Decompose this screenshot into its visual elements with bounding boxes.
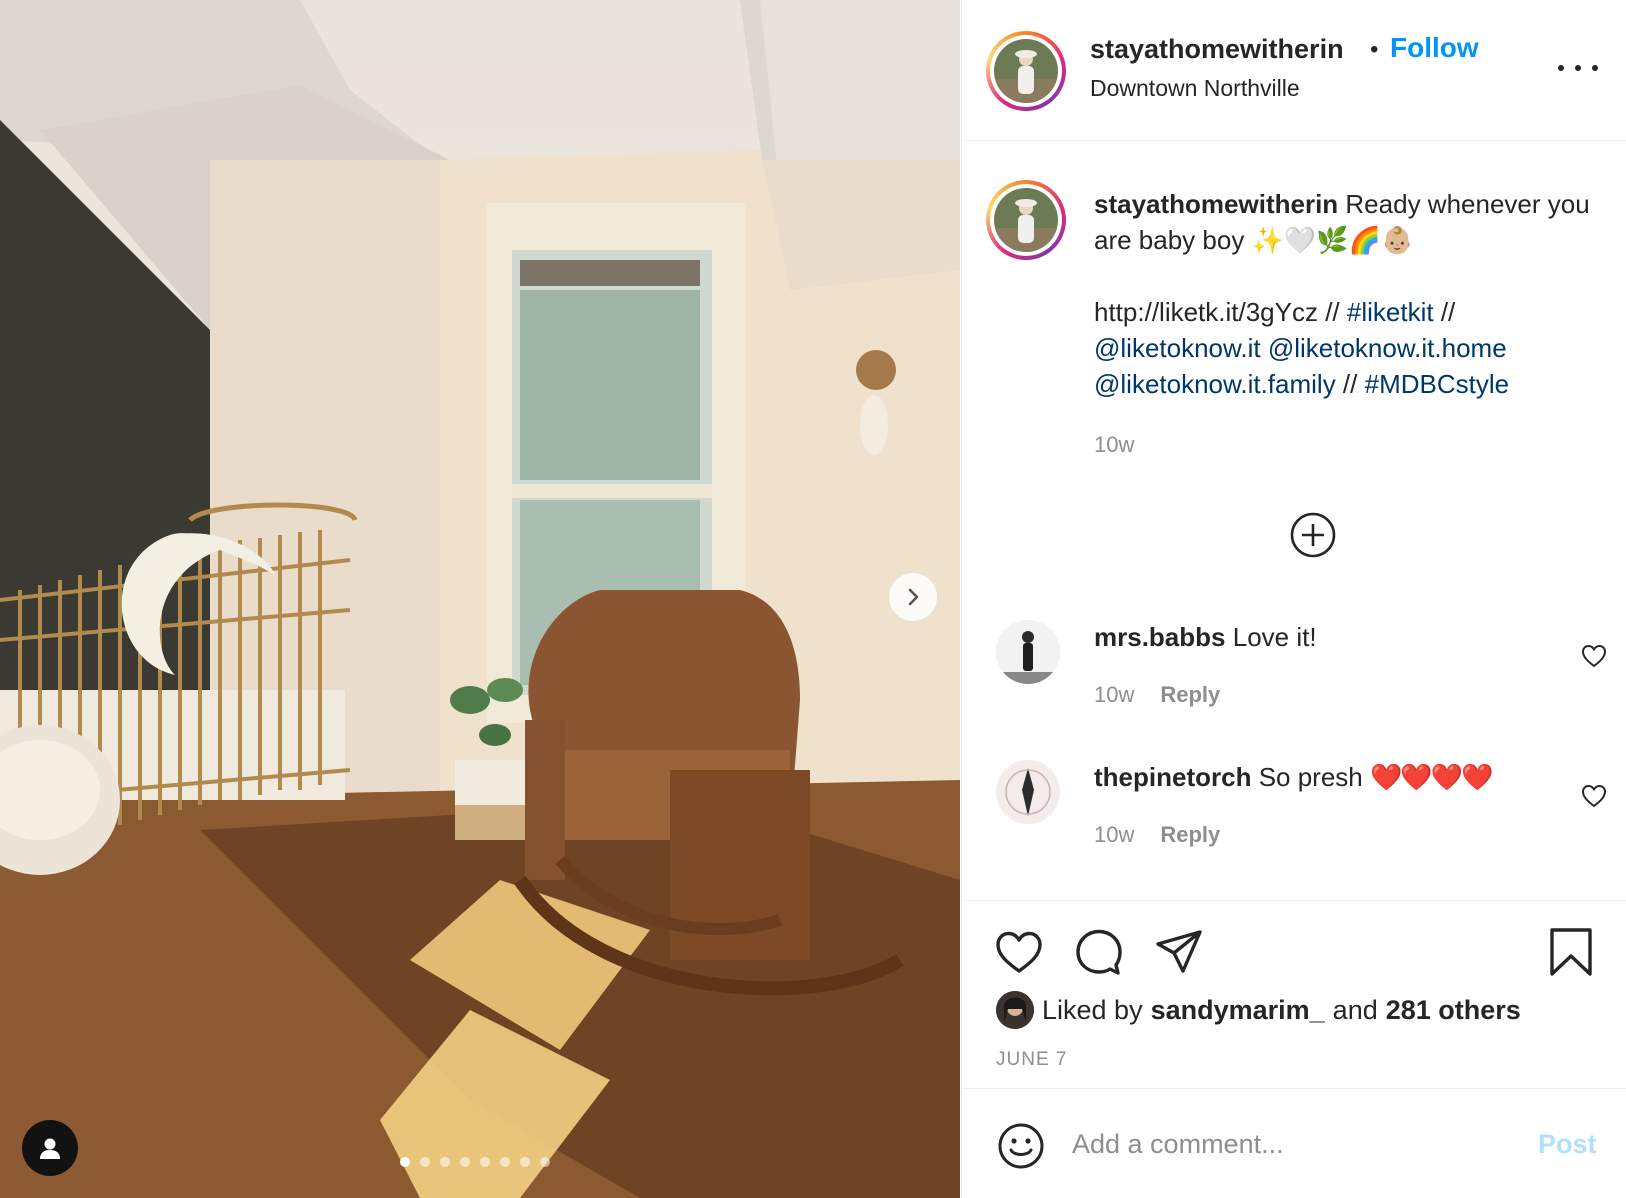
reply-button[interactable]: Reply: [1160, 682, 1220, 708]
load-more-comments-icon[interactable]: [1289, 511, 1337, 559]
commenter-username[interactable]: thepinetorch: [1094, 762, 1251, 792]
post-location[interactable]: Downtown Northville: [1090, 75, 1300, 102]
carousel-dot: [520, 1157, 530, 1167]
comment-item: mrs.babbs Love it! 10w Reply: [962, 620, 1626, 740]
more-dot-icon: [1558, 65, 1564, 71]
follow-button[interactable]: Follow: [1390, 32, 1479, 64]
chevron-right-icon: [908, 588, 919, 606]
share-send-icon[interactable]: [1154, 927, 1204, 977]
caption-separator: //: [1335, 369, 1365, 399]
more-options-button[interactable]: [1558, 56, 1598, 80]
carousel-dot: [420, 1157, 430, 1167]
carousel-dot: [400, 1157, 410, 1167]
like-comment-heart-icon[interactable]: [1580, 782, 1608, 810]
post-photo[interactable]: [0, 0, 960, 1198]
next-image-button[interactable]: [889, 573, 937, 621]
commenter-username[interactable]: mrs.babbs: [1094, 622, 1226, 652]
reply-button[interactable]: Reply: [1160, 822, 1220, 848]
user-icon: [40, 1138, 60, 1159]
nursery-photo: [0, 0, 960, 1198]
carousel-dot: [440, 1157, 450, 1167]
comment-text: Love it!: [1232, 622, 1317, 652]
like-comment-heart-icon[interactable]: [1580, 642, 1608, 670]
comment-timestamp[interactable]: 10w: [1094, 822, 1134, 848]
likes-middle: and: [1332, 994, 1378, 1025]
post-actions-section: Liked by sandymarim_ and 281 others JUNE…: [962, 900, 1626, 1100]
post-caption: stayathomewitherin Ready whenever you ar…: [1094, 186, 1594, 402]
caption-avatar-image: [994, 188, 1058, 252]
add-comment-bar: Post: [962, 1088, 1626, 1198]
hashtag-link[interactable]: #liketkit: [1347, 297, 1434, 327]
author-username[interactable]: stayathomewitherin: [1090, 34, 1344, 65]
liker-avatar[interactable]: [996, 991, 1034, 1029]
caption-author-avatar[interactable]: [986, 180, 1066, 260]
post-comment-button[interactable]: Post: [1538, 1129, 1597, 1160]
author-avatar-image: [994, 39, 1058, 103]
post-header: stayathomewitherin • Follow Downtown Nor…: [962, 0, 1626, 141]
post-date[interactable]: JUNE 7: [996, 1049, 1067, 1071]
carousel-dot: [460, 1157, 470, 1167]
caption-separator: //: [1433, 297, 1456, 327]
comment-text: So presh: [1258, 762, 1363, 792]
more-dot-icon: [1592, 65, 1598, 71]
mention-link[interactable]: @liketoknow.it.family: [1094, 369, 1336, 399]
caption-url[interactable]: http://liketk.it/3gYcz: [1094, 297, 1318, 327]
header-separator: •: [1370, 36, 1379, 63]
carousel-dot: [540, 1157, 550, 1167]
author-avatar[interactable]: [986, 31, 1066, 111]
commenter-avatar-image: [996, 620, 1060, 684]
liker-avatar-image: [996, 991, 1034, 1029]
liker-username[interactable]: sandymarim_: [1151, 995, 1325, 1026]
comment-input[interactable]: [1072, 1119, 1502, 1169]
commenter-avatar[interactable]: [996, 620, 1060, 684]
carousel-indicator: [400, 1157, 550, 1167]
mention-link[interactable]: @liketoknow.it.home: [1268, 333, 1507, 363]
caption-timestamp[interactable]: 10w: [1094, 432, 1134, 458]
commenter-avatar-image: [996, 760, 1060, 824]
likes-others-count[interactable]: 281 others: [1386, 995, 1521, 1026]
caption-author-username[interactable]: stayathomewitherin: [1094, 189, 1338, 219]
comment-timestamp[interactable]: 10w: [1094, 682, 1134, 708]
carousel-dot: [500, 1157, 510, 1167]
carousel-dot: [480, 1157, 490, 1167]
like-heart-icon[interactable]: [994, 927, 1044, 977]
caption-separator: //: [1317, 297, 1347, 327]
commenter-avatar[interactable]: [996, 760, 1060, 824]
likes-summary: Liked by sandymarim_ and 281 others: [996, 991, 1521, 1029]
save-bookmark-icon[interactable]: [1548, 927, 1594, 977]
likes-prefix: Liked by: [1042, 994, 1143, 1025]
comment-hearts-emoji: ❤️❤️❤️❤️: [1370, 762, 1493, 792]
more-dot-icon: [1575, 65, 1581, 71]
comment-item: thepinetorch So presh ❤️❤️❤️❤️ 10w Reply: [962, 760, 1626, 880]
tagged-users-button[interactable]: [22, 1120, 78, 1176]
hashtag-link[interactable]: #MDBCstyle: [1365, 369, 1509, 399]
mention-link[interactable]: @liketoknow.it: [1094, 333, 1261, 363]
comment-bubble-icon[interactable]: [1074, 927, 1124, 977]
post-details-panel: stayathomewitherin • Follow Downtown Nor…: [961, 0, 1626, 1198]
emoji-smiley-icon[interactable]: [996, 1121, 1046, 1171]
